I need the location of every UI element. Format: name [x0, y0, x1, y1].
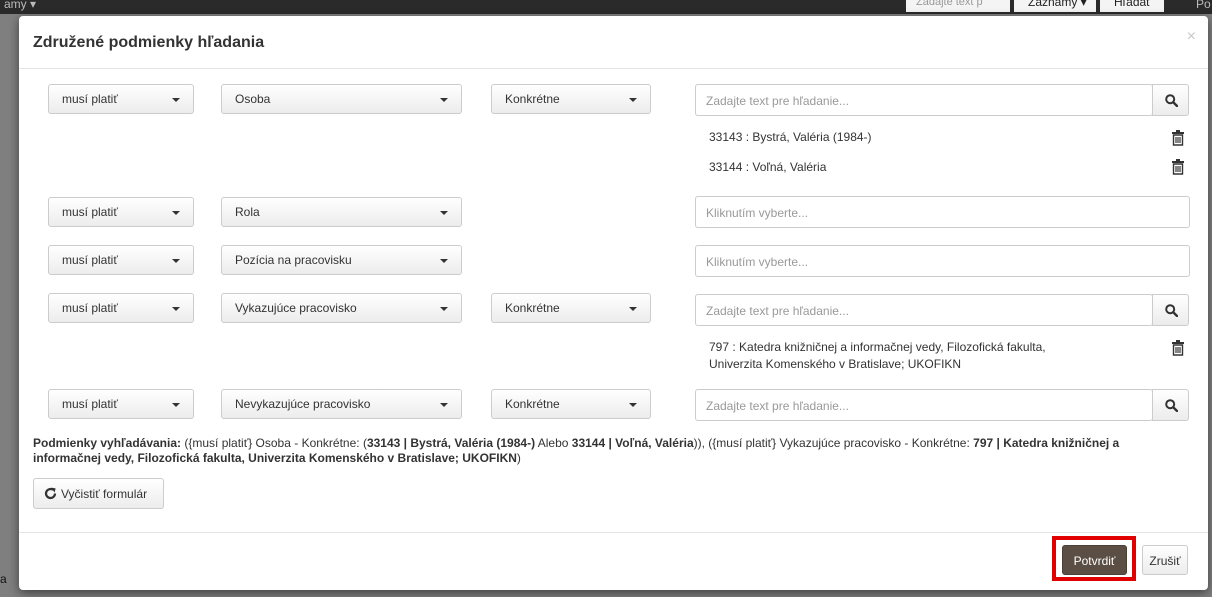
background-left-fragment: a — [0, 572, 7, 586]
background-zaznamy-menu: Záznamy ▾ — [1014, 0, 1096, 12]
selected-item: 33143 : Bystrá, Valéria (1984-) — [709, 130, 872, 144]
mode-select-row1[interactable]: Konkrétne — [491, 84, 651, 114]
summary-label: Podmienky vyhľadávania: — [33, 436, 182, 450]
mode-select-row4[interactable]: Konkrétne — [491, 293, 651, 323]
condition-select-row4[interactable]: musí platiť — [48, 293, 194, 323]
field-select-row4[interactable]: Vykazujúce pracovisko — [221, 293, 462, 323]
caret-down-icon — [440, 259, 448, 263]
field-select-row5[interactable]: Nevykazujúce pracovisko — [221, 389, 462, 419]
search-button-row4[interactable] — [1152, 294, 1189, 326]
background-search-input: Zadajte text p — [906, 0, 1010, 12]
mode-select-label: Konkrétne — [505, 92, 560, 106]
background-search-button: Hľadať — [1100, 0, 1164, 12]
modal-footer-divider — [19, 532, 1208, 533]
clear-form-label: Vyčistiť formulár — [61, 487, 148, 501]
field-select-label: Rola — [235, 205, 260, 219]
caret-down-icon — [440, 211, 448, 215]
trash-icon[interactable] — [1171, 340, 1185, 356]
mode-select-label: Konkrétne — [505, 397, 560, 411]
search-button-row5[interactable] — [1152, 389, 1189, 421]
caret-down-icon — [440, 98, 448, 102]
summary-text: ({musí platiť} Osoba - Konkrétne: ( — [181, 436, 367, 450]
mode-select-label: Konkrétne — [505, 301, 560, 315]
close-icon[interactable]: × — [1187, 28, 1196, 46]
search-input-row5[interactable]: Zadajte text pre hľadanie... — [695, 389, 1153, 421]
field-select-label: Osoba — [235, 92, 271, 106]
condition-select-row1[interactable]: musí platiť — [48, 84, 194, 114]
field-select-row1[interactable]: Osoba — [221, 84, 462, 114]
field-select-label: Vykazujúce pracovisko — [235, 301, 357, 315]
caret-down-icon — [629, 307, 637, 311]
condition-select-row2[interactable]: musí platiť — [48, 197, 194, 227]
background-navbar: amy ▾ Zadajte text p Záznamy ▾ Hľadať Po — [0, 0, 1212, 14]
caret-down-icon — [172, 307, 180, 311]
trash-icon[interactable] — [1171, 130, 1185, 146]
caret-down-icon — [172, 211, 180, 215]
summary-text: Alebo — [535, 436, 572, 450]
search-icon — [1165, 399, 1178, 412]
caret-down-icon — [172, 403, 180, 407]
caret-down-icon — [440, 307, 448, 311]
caret-down-icon — [440, 403, 448, 407]
background-nav-fragment: amy ▾ — [4, 0, 37, 11]
mode-select-row5[interactable]: Konkrétne — [491, 389, 651, 419]
field-select-label: Pozícia na pracovisku — [235, 253, 352, 267]
selected-item: 797 : Katedra knižničnej a informačnej v… — [709, 340, 1046, 371]
pick-input-row3[interactable]: Kliknutím vyberte... — [695, 245, 1190, 277]
summary-text: )), ({musí platiť} Vykazujúce pracovisko… — [693, 436, 974, 450]
modal-title: Združené podmienky hľadania — [33, 34, 265, 51]
summary-value: 33143 | Bystrá, Valéria (1984-) — [366, 436, 536, 450]
condition-select-row5[interactable]: musí platiť — [48, 389, 194, 419]
condition-select-label: musí platiť — [62, 92, 118, 106]
search-icon — [1165, 304, 1178, 317]
cancel-button[interactable]: Zrušiť — [1142, 545, 1188, 575]
caret-down-icon — [172, 259, 180, 263]
modal-header: Združené podmienky hľadania × — [19, 16, 1208, 69]
trash-icon[interactable] — [1171, 159, 1185, 175]
condition-select-label: musí platiť — [62, 301, 118, 315]
caret-down-icon — [172, 98, 180, 102]
search-input-row4[interactable]: Zadajte text pre hľadanie... — [695, 294, 1153, 326]
pick-input-row2[interactable]: Kliknutím vyberte... — [695, 196, 1190, 228]
condition-select-row3[interactable]: musí platiť — [48, 245, 194, 275]
condition-select-label: musí platiť — [62, 205, 118, 219]
search-button-row1[interactable] — [1152, 84, 1189, 116]
condition-select-label: musí platiť — [62, 397, 118, 411]
caret-down-icon — [629, 98, 637, 102]
background-right-fragment: Po — [1196, 0, 1211, 11]
field-select-row3[interactable]: Pozícia na pracovisku — [221, 245, 462, 275]
search-icon — [1165, 94, 1178, 107]
summary-value: 33144 | Voľná, Valéria — [571, 436, 694, 450]
field-select-row2[interactable]: Rola — [221, 197, 462, 227]
confirm-button[interactable]: Potvrdiť — [1062, 545, 1127, 575]
caret-down-icon — [629, 403, 637, 407]
combined-search-modal: Združené podmienky hľadania × musí plati… — [19, 16, 1208, 590]
condition-select-label: musí platiť — [62, 253, 118, 267]
refresh-icon — [44, 487, 57, 500]
selected-item: 33144 : Voľná, Valéria — [709, 160, 827, 174]
clear-form-button[interactable]: Vyčistiť formulár — [33, 478, 164, 509]
summary-text: ) — [516, 451, 521, 465]
field-select-label: Nevykazujúce pracovisko — [235, 397, 371, 411]
search-conditions-summary: Podmienky vyhľadávania: ({musí platiť} O… — [33, 436, 1153, 466]
search-input-row1[interactable]: Zadajte text pre hľadanie... — [695, 84, 1153, 116]
